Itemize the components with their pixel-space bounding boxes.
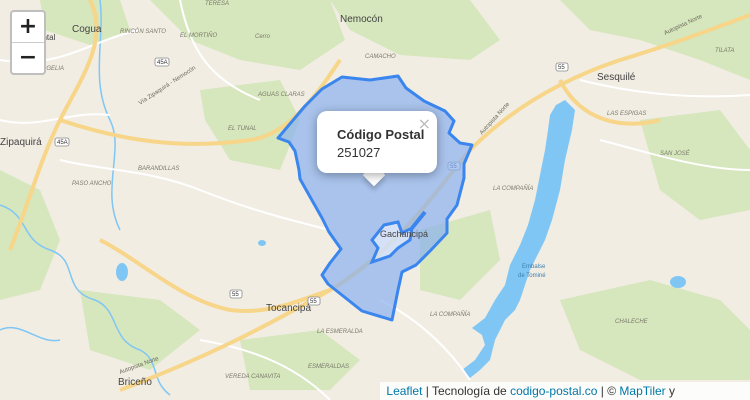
map-attribution: Leaflet | Tecnología de codigo-postal.co…	[380, 382, 750, 400]
popup-postal-code: 251027	[337, 145, 381, 160]
place-label: LA COMPAÑÍA	[493, 185, 533, 192]
attribution-text: y	[665, 384, 675, 398]
svg-text:45A: 45A	[57, 140, 68, 146]
place-label: AGUAS CLARAS	[257, 92, 305, 98]
svg-text:55: 55	[558, 65, 565, 71]
maptiler-link[interactable]: MapTiler	[619, 384, 665, 398]
place-label: LA COMPAÑÍA	[430, 311, 470, 318]
popup-close-icon[interactable]: ×	[418, 114, 431, 133]
town-label-briceno: Briceño	[118, 377, 152, 388]
place-label: Cerro	[255, 34, 271, 40]
svg-text:45A: 45A	[157, 60, 168, 66]
place-label: TILATA	[715, 48, 734, 54]
place-label: TERESA	[205, 1, 229, 7]
svg-text:55: 55	[232, 292, 239, 298]
place-label: ESMERALDAS	[308, 364, 349, 370]
town-label-cogua: Cogua	[72, 24, 102, 35]
lake-label-line1: Embalse	[522, 264, 546, 270]
map-container[interactable]: 45A 45A 55 55 55 55 Cogua Nemocón Sesqui…	[0, 0, 750, 400]
place-label: LA ESMERALDA	[317, 329, 363, 335]
place-label: RINCÓN SANTO	[120, 28, 166, 35]
town-label-sesquile: Sesquilé	[597, 72, 636, 83]
attribution-text: | Tecnología de	[422, 384, 511, 398]
zoom-control: + −	[10, 10, 46, 75]
town-label-zipaquira: Zipaquirá	[0, 137, 42, 148]
lake-label-line2: de Tominé	[518, 273, 546, 279]
map-tiles[interactable]: 45A 45A 55 55 55 55 Cogua Nemocón Sesqui…	[0, 0, 750, 400]
zoom-out-button[interactable]: −	[12, 43, 44, 73]
leaflet-link[interactable]: Leaflet	[386, 384, 422, 398]
town-label-tocancipa: Tocancipá	[266, 303, 311, 314]
place-label: VEREDA CANAVITA	[225, 374, 280, 380]
place-label: CAMACHO	[365, 54, 396, 60]
attribution-text: | ©	[597, 384, 620, 398]
postal-code-popup: Código Postal 251027 ×	[317, 111, 437, 173]
town-label-nemocon: Nemocón	[340, 14, 383, 25]
popup-title: Código Postal	[337, 127, 425, 142]
place-label: SAN JOSÉ	[660, 150, 691, 157]
road-label: Vía Zipaquirá - Nemocón	[138, 65, 197, 106]
svg-text:55: 55	[310, 299, 317, 305]
town-label-gachancipa: Gachancipá	[380, 229, 428, 239]
zoom-in-button[interactable]: +	[12, 12, 44, 43]
site-link[interactable]: codigo-postal.co	[510, 384, 597, 398]
place-label: PASO ANCHO	[72, 181, 112, 187]
place-label: LAS ESPIGAS	[607, 111, 646, 117]
place-label: BARANDILLAS	[138, 166, 179, 172]
place-label: EL MORTIÑO	[180, 32, 217, 39]
place-label: EL TUNAL	[228, 126, 257, 132]
place-label: CHALECHE	[615, 319, 649, 325]
